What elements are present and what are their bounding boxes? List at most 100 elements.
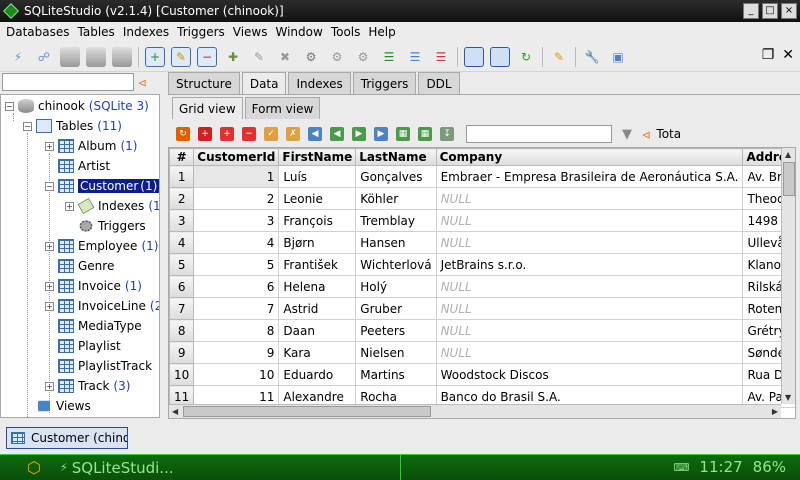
tree-db-chinook[interactable]: − chinook (SQLite 3): [5, 96, 149, 116]
delete-table-icon[interactable]: −: [197, 46, 217, 67]
insert-row-icon[interactable]: +: [198, 127, 212, 141]
vertical-scrollbar[interactable]: ▲ ▼: [781, 148, 795, 404]
scroll-down-icon[interactable]: ▼: [785, 393, 791, 402]
cell-customerid[interactable]: 7: [193, 297, 280, 320]
cascade-windows-icon[interactable]: [464, 46, 484, 67]
horizontal-scroll-thumb[interactable]: [183, 406, 431, 417]
expand-icon[interactable]: +: [45, 281, 54, 291]
cell-customerid[interactable]: 5: [193, 253, 280, 276]
cell-company[interactable]: NULL: [435, 209, 744, 232]
row-number[interactable]: 5: [169, 253, 195, 276]
tree-filter-input[interactable]: [2, 73, 134, 91]
disconnect-db-icon[interactable]: ☍: [34, 47, 54, 67]
cell-lastname[interactable]: Martins: [355, 363, 437, 386]
first-page-icon[interactable]: ◀: [308, 127, 322, 141]
cell-firstname[interactable]: Daan: [278, 319, 357, 342]
row-number[interactable]: 2: [169, 187, 195, 210]
mdi-window-customer[interactable]: Customer (chinoo: [6, 427, 128, 449]
delete-index-icon[interactable]: ✖: [275, 47, 295, 67]
tab-ddl[interactable]: DDL: [418, 72, 460, 94]
cell-company[interactable]: Woodstock Discos: [435, 363, 744, 386]
row-number[interactable]: 10: [169, 363, 195, 386]
scroll-right-icon[interactable]: ▶: [772, 407, 778, 416]
cell-firstname[interactable]: Luís: [278, 165, 357, 188]
next-page-icon[interactable]: ▶: [352, 127, 366, 141]
cell-company[interactable]: NULL: [435, 341, 744, 364]
tree-table-artist[interactable]: Artist: [45, 156, 110, 176]
tab-form-view[interactable]: Form view: [244, 97, 321, 119]
refresh-icon[interactable]: ↻: [516, 47, 536, 67]
connect-db-icon[interactable]: ⚡: [8, 47, 28, 67]
cell-firstname[interactable]: François: [278, 209, 357, 232]
start-menu-cube-icon[interactable]: ⬡: [22, 458, 46, 478]
expand-icon[interactable]: +: [45, 241, 54, 251]
clear-filter-icon[interactable]: ⏿: [138, 75, 146, 90]
cell-company[interactable]: JetBrains s.r.o.: [435, 253, 744, 276]
delete-trigger-icon[interactable]: ⚙: [353, 47, 373, 67]
table-row[interactable]: 7 7 Astrid Gruber NULL Rotenturms: [169, 297, 795, 320]
tree-customer-triggers[interactable]: Triggers: [65, 216, 146, 236]
cell-customerid[interactable]: 1: [193, 165, 280, 188]
previous-page-icon[interactable]: ◀: [330, 127, 344, 141]
cell-customerid[interactable]: 10: [193, 363, 280, 386]
cell-firstname[interactable]: Kara: [278, 341, 357, 364]
filter-funnel-icon[interactable]: ▼: [622, 127, 632, 142]
edit-db-icon[interactable]: [86, 46, 106, 67]
table-row[interactable]: 1 1 Luís Gonçalves Embraer - Empresa Bra…: [169, 165, 795, 188]
cell-lastname[interactable]: Holý: [355, 275, 437, 298]
last-page-icon[interactable]: ▶: [374, 127, 388, 141]
cell-lastname[interactable]: Wichterlová: [355, 253, 437, 276]
row-number[interactable]: 9: [169, 341, 195, 364]
menu-views[interactable]: Views: [229, 25, 272, 39]
cell-company[interactable]: NULL: [435, 319, 744, 342]
cell-firstname[interactable]: Bjørn: [278, 231, 357, 254]
close-button[interactable]: ×: [781, 3, 797, 19]
battery-level[interactable]: 86%: [753, 458, 786, 476]
cell-lastname[interactable]: Hansen: [355, 231, 437, 254]
tree-table-album[interactable]: + Album (1): [45, 136, 137, 156]
tab-indexes[interactable]: Indexes: [288, 72, 351, 94]
cell-lastname[interactable]: Gonçalves: [355, 165, 437, 188]
edit-trigger-icon[interactable]: ⚙: [327, 47, 347, 67]
cell-lastname[interactable]: Tremblay: [355, 209, 437, 232]
cell-company[interactable]: NULL: [435, 275, 744, 298]
cell-firstname[interactable]: Astrid: [278, 297, 357, 320]
maximize-button[interactable]: □: [762, 3, 778, 19]
cell-company[interactable]: NULL: [435, 231, 744, 254]
tile-windows-icon[interactable]: [490, 46, 510, 67]
keyboard-icon[interactable]: ⌨: [674, 461, 690, 474]
cell-lastname[interactable]: Nielsen: [355, 341, 437, 364]
row-number[interactable]: 8: [169, 319, 195, 342]
add-db-icon[interactable]: [60, 46, 80, 67]
close-mdi-icon[interactable]: ✕: [782, 47, 794, 63]
menu-indexes[interactable]: Indexes: [119, 25, 173, 39]
table-row[interactable]: 3 3 François Tremblay NULL 1498 rue B: [169, 209, 795, 232]
cell-company[interactable]: NULL: [435, 297, 744, 320]
cell-firstname[interactable]: Eduardo: [278, 363, 357, 386]
tree-table-employee[interactable]: + Employee (1): [45, 236, 158, 256]
cell-firstname[interactable]: Leonie: [278, 187, 357, 210]
minimize-button[interactable]: _: [743, 3, 759, 19]
export-icon[interactable]: ↧: [440, 127, 454, 141]
tree-table-track[interactable]: + Track (3): [45, 376, 130, 396]
cell-customerid[interactable]: 3: [193, 209, 280, 232]
tree-table-playlist[interactable]: Playlist: [45, 336, 121, 356]
scroll-left-icon[interactable]: ◀: [172, 407, 178, 416]
commit-icon[interactable]: ✓: [264, 127, 278, 141]
tab-triggers[interactable]: Triggers: [352, 72, 417, 94]
expand-icon[interactable]: +: [45, 141, 54, 151]
tree-table-invoiceline[interactable]: + InvoiceLine (2: [45, 296, 159, 316]
add-view-icon[interactable]: ☰: [379, 47, 399, 67]
column-header-lastname[interactable]: LastName: [355, 148, 437, 166]
tree-table-genre[interactable]: Genre: [45, 256, 114, 276]
edit-index-icon[interactable]: ✎: [249, 47, 269, 67]
restore-window-icon[interactable]: ❐: [762, 47, 775, 63]
cell-customerid[interactable]: 2: [193, 187, 280, 210]
tab-structure[interactable]: Structure: [168, 72, 240, 94]
cell-lastname[interactable]: Köhler: [355, 187, 437, 210]
delete-view-icon[interactable]: ☰: [431, 47, 451, 67]
collapse-icon[interactable]: −: [45, 181, 54, 191]
edit-table-icon[interactable]: ✎: [171, 46, 191, 67]
tree-table-playlisttrack[interactable]: PlaylistTrack: [45, 356, 152, 376]
cell-customerid[interactable]: 9: [193, 341, 280, 364]
